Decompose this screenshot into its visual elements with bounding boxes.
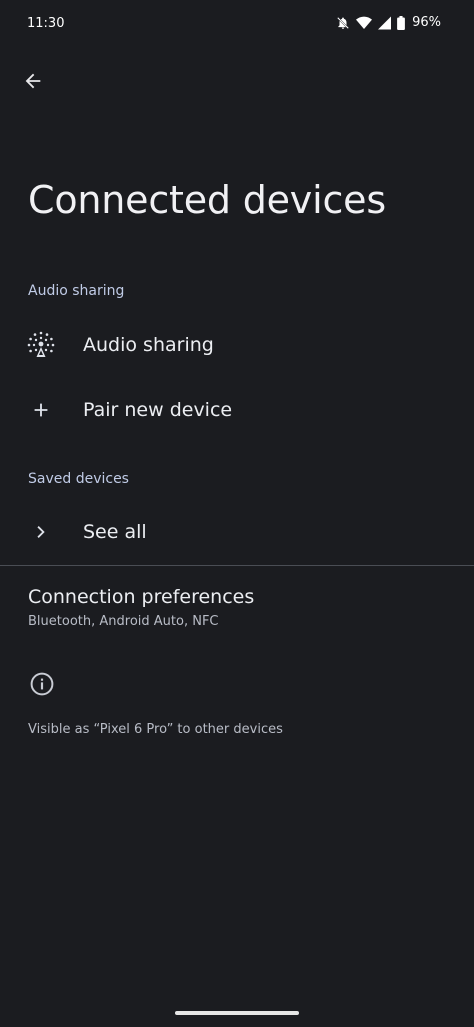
- plus-icon: [26, 395, 56, 425]
- visibility-text: Visible as “Pixel 6 Pro” to other device…: [28, 722, 283, 737]
- chevron-right-icon: [26, 517, 56, 547]
- audio-sharing-label: Audio sharing: [83, 334, 214, 356]
- section-header-saved-devices: Saved devices: [28, 471, 129, 487]
- connection-preferences-title: Connection preferences: [28, 586, 255, 608]
- connection-preferences-item[interactable]: Connection preferences Bluetooth, Androi…: [0, 580, 474, 640]
- status-time: 11:30: [27, 16, 65, 31]
- gesture-nav-handle[interactable]: [175, 1011, 299, 1015]
- arrow-back-icon: [25, 73, 41, 89]
- see-all-item[interactable]: See all: [0, 501, 474, 563]
- pair-new-device-label: Pair new device: [83, 399, 233, 421]
- pair-new-device-item[interactable]: Pair new device: [0, 379, 474, 441]
- audio-sharing-icon: [26, 330, 56, 360]
- divider: [0, 565, 474, 566]
- audio-sharing-item[interactable]: Audio sharing: [0, 314, 474, 376]
- page-title: Connected devices: [28, 178, 386, 222]
- see-all-label: See all: [83, 521, 147, 543]
- mute-icon: [336, 16, 350, 30]
- status-bar: 11:30 96%: [0, 0, 474, 48]
- signal-icon: [378, 16, 392, 30]
- wifi-icon: [356, 16, 373, 30]
- status-icons: 96%: [336, 15, 441, 30]
- section-header-audio-sharing: Audio sharing: [28, 283, 125, 299]
- info-icon: [29, 671, 55, 697]
- back-button[interactable]: [18, 66, 48, 96]
- connection-preferences-summary: Bluetooth, Android Auto, NFC: [28, 614, 219, 629]
- battery-icon: [397, 15, 405, 30]
- battery-percent: 96%: [412, 15, 441, 30]
